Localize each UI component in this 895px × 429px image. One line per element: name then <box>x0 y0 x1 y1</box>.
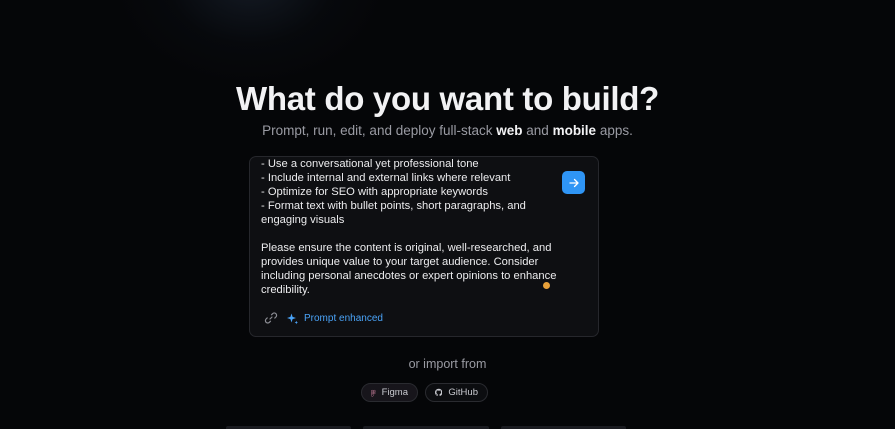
import-figma-button[interactable]: Figma <box>361 383 418 402</box>
prompt-input[interactable]: - Use a conversational yet professional … <box>261 157 561 303</box>
background-glow <box>120 0 380 80</box>
figma-icon <box>371 389 376 397</box>
prompt-enhance-label: Prompt enhanced <box>304 312 383 324</box>
attach-link-button[interactable] <box>263 310 279 326</box>
import-github-label: GitHub <box>448 387 478 398</box>
prompt-box[interactable]: - Use a conversational yet professional … <box>249 156 599 337</box>
page-title: What do you want to build? <box>236 80 659 117</box>
page-subtitle: Prompt, run, edit, and deploy full-stack… <box>0 123 895 138</box>
sparkle-icon <box>287 313 298 324</box>
prompt-enhance-button[interactable]: Prompt enhanced <box>286 309 383 327</box>
subtitle-web: web <box>496 123 523 138</box>
arrow-right-icon <box>568 178 579 187</box>
subtitle-suffix: apps. <box>596 123 633 138</box>
subtitle-prefix: Prompt, run, edit, and deploy full-stack <box>262 123 497 138</box>
status-dot <box>543 282 550 289</box>
link-icon <box>264 312 278 324</box>
subtitle-mobile: mobile <box>552 123 597 138</box>
import-github-button[interactable]: GitHub <box>425 383 488 402</box>
import-label: or import from <box>408 357 487 371</box>
github-icon <box>435 388 443 397</box>
subtitle-and: and <box>522 123 553 138</box>
send-button[interactable] <box>562 171 585 194</box>
import-figma-label: Figma <box>381 387 408 398</box>
